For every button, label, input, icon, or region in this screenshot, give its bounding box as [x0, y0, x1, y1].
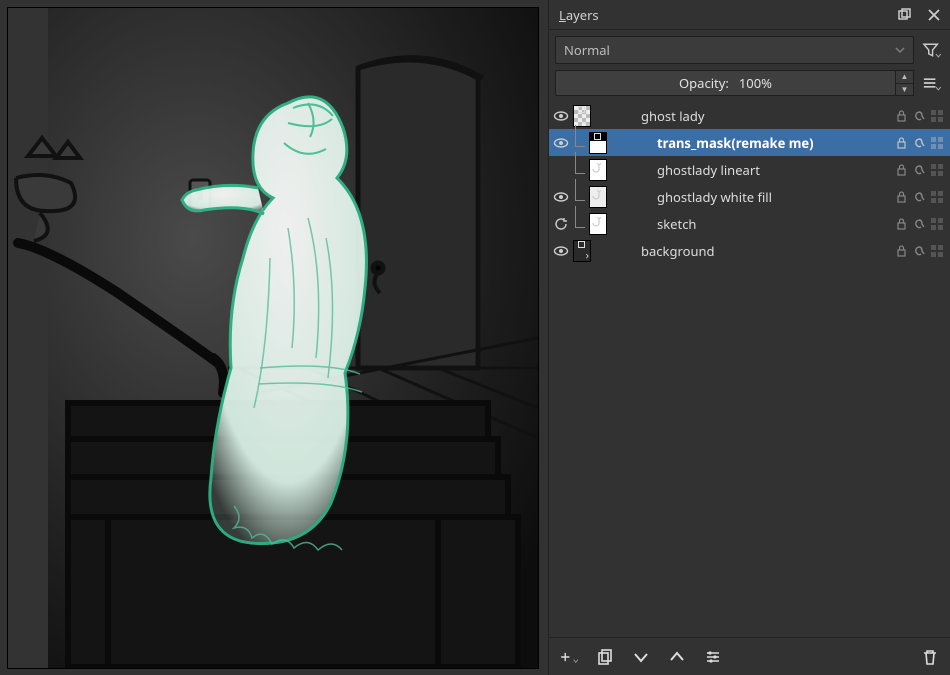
panel-title: Layers: [559, 6, 599, 24]
thumbnail-mode-toggle[interactable]: [928, 190, 946, 204]
float-panel-button[interactable]: [894, 5, 914, 25]
opacity-row: Opacity: 100% ▲ ▼: [549, 70, 950, 102]
lock-toggle[interactable]: [892, 163, 910, 176]
layer-row[interactable]: › background: [549, 237, 950, 264]
layers-panel: Layers Normal Opacity: 100% ▲: [548, 0, 950, 675]
layer-visibility-toggle[interactable]: [549, 135, 573, 151]
layer-name[interactable]: ghostlady white fill: [633, 188, 892, 206]
lock-toggle[interactable]: [892, 190, 910, 203]
layer-thumbnail[interactable]: [573, 210, 633, 237]
layer-row[interactable]: ⌄ghost lady: [549, 102, 950, 129]
layer-name[interactable]: ghost lady: [633, 107, 892, 125]
layer-reload-toggle[interactable]: [549, 217, 573, 231]
opacity-label: Opacity:: [679, 74, 729, 92]
filter-button[interactable]: [922, 41, 942, 59]
up-icon: [668, 648, 686, 666]
layer-name[interactable]: ghostlady lineart: [633, 161, 892, 179]
thumbnail-mode-toggle[interactable]: [928, 163, 946, 177]
alpha-inherit-toggle[interactable]: [910, 244, 928, 258]
spin-up-icon[interactable]: ▲: [896, 71, 913, 84]
layer-decorator-icon: [578, 106, 585, 113]
layer-row[interactable]: sketch: [549, 210, 950, 237]
delete-layer-button[interactable]: [920, 647, 940, 667]
eye-icon: [553, 243, 569, 259]
layer-properties-button[interactable]: [703, 647, 723, 667]
panel-titlebar: Layers: [549, 0, 950, 30]
layers-toolbar: [549, 637, 950, 675]
spin-down-icon[interactable]: ▼: [896, 84, 913, 96]
eye-icon: [553, 108, 569, 124]
blend-mode-select[interactable]: Normal: [555, 36, 914, 64]
opacity-spinner[interactable]: ▲ ▼: [896, 70, 914, 96]
layer-row[interactable]: ghostlady white fill: [549, 183, 950, 210]
layer-visibility-toggle[interactable]: [549, 189, 573, 205]
layer-visibility-toggle[interactable]: [549, 243, 573, 259]
chevron-down-icon: [895, 41, 905, 59]
eye-icon: [553, 135, 569, 151]
panel-menu-button[interactable]: [922, 75, 942, 92]
thumbnail-mode-toggle[interactable]: [928, 217, 946, 231]
down-icon: [632, 648, 650, 666]
thumbnail-mode-toggle[interactable]: [928, 136, 946, 150]
lock-toggle[interactable]: [892, 244, 910, 257]
duplicate-layer-button[interactable]: [595, 647, 615, 667]
canvas-area: [0, 0, 548, 675]
layer-name[interactable]: sketch: [633, 215, 892, 233]
layer-visibility-toggle[interactable]: [549, 108, 573, 124]
duplicate-icon: [596, 648, 614, 666]
close-panel-button[interactable]: [924, 5, 944, 25]
layer-decorator-icon: [594, 133, 601, 140]
blend-mode-row: Normal: [549, 30, 950, 70]
canvas-viewport[interactable]: [8, 8, 538, 668]
passthrough-icon: [591, 159, 601, 177]
close-icon: [927, 8, 941, 22]
thumbnail-mode-toggle[interactable]: [928, 244, 946, 258]
add-layer-button[interactable]: [559, 647, 579, 667]
layer-thumbnail[interactable]: ›: [573, 237, 633, 264]
layer-name[interactable]: background: [633, 242, 892, 260]
props-icon: [704, 648, 722, 666]
thumbnail-mode-toggle[interactable]: [928, 109, 946, 123]
eye-icon: [553, 189, 569, 205]
move-layer-down-button[interactable]: [631, 647, 651, 667]
expand-chevron-icon[interactable]: ›: [586, 248, 589, 263]
opacity-slider[interactable]: Opacity: 100%: [555, 70, 896, 96]
passthrough-icon: [591, 186, 601, 204]
blend-mode-value: Normal: [564, 41, 610, 59]
layer-row[interactable]: trans_mask(remake me): [549, 129, 950, 156]
alpha-inherit-toggle[interactable]: [910, 109, 928, 123]
alpha-inherit-toggle[interactable]: [910, 217, 928, 231]
layer-decorator-icon: [578, 241, 585, 248]
alpha-inherit-toggle[interactable]: [910, 136, 928, 150]
alpha-inherit-toggle[interactable]: [910, 190, 928, 204]
opacity-value: 100%: [739, 74, 772, 92]
add-icon: [559, 648, 571, 666]
layer-name[interactable]: trans_mask(remake me): [633, 134, 892, 152]
lock-toggle[interactable]: [892, 109, 910, 122]
move-layer-up-button[interactable]: [667, 647, 687, 667]
artwork: [8, 8, 538, 668]
trash-icon: [921, 648, 939, 666]
lock-toggle[interactable]: [892, 136, 910, 149]
float-icon: [897, 8, 911, 22]
reload-icon: [554, 217, 568, 231]
layer-row[interactable]: ghostlady lineart: [549, 156, 950, 183]
passthrough-icon: [591, 213, 601, 231]
lock-toggle[interactable]: [892, 217, 910, 230]
alpha-inherit-toggle[interactable]: [910, 163, 928, 177]
layer-list[interactable]: ⌄ghost lady trans_mask(remake me) ghostlad…: [549, 102, 950, 637]
